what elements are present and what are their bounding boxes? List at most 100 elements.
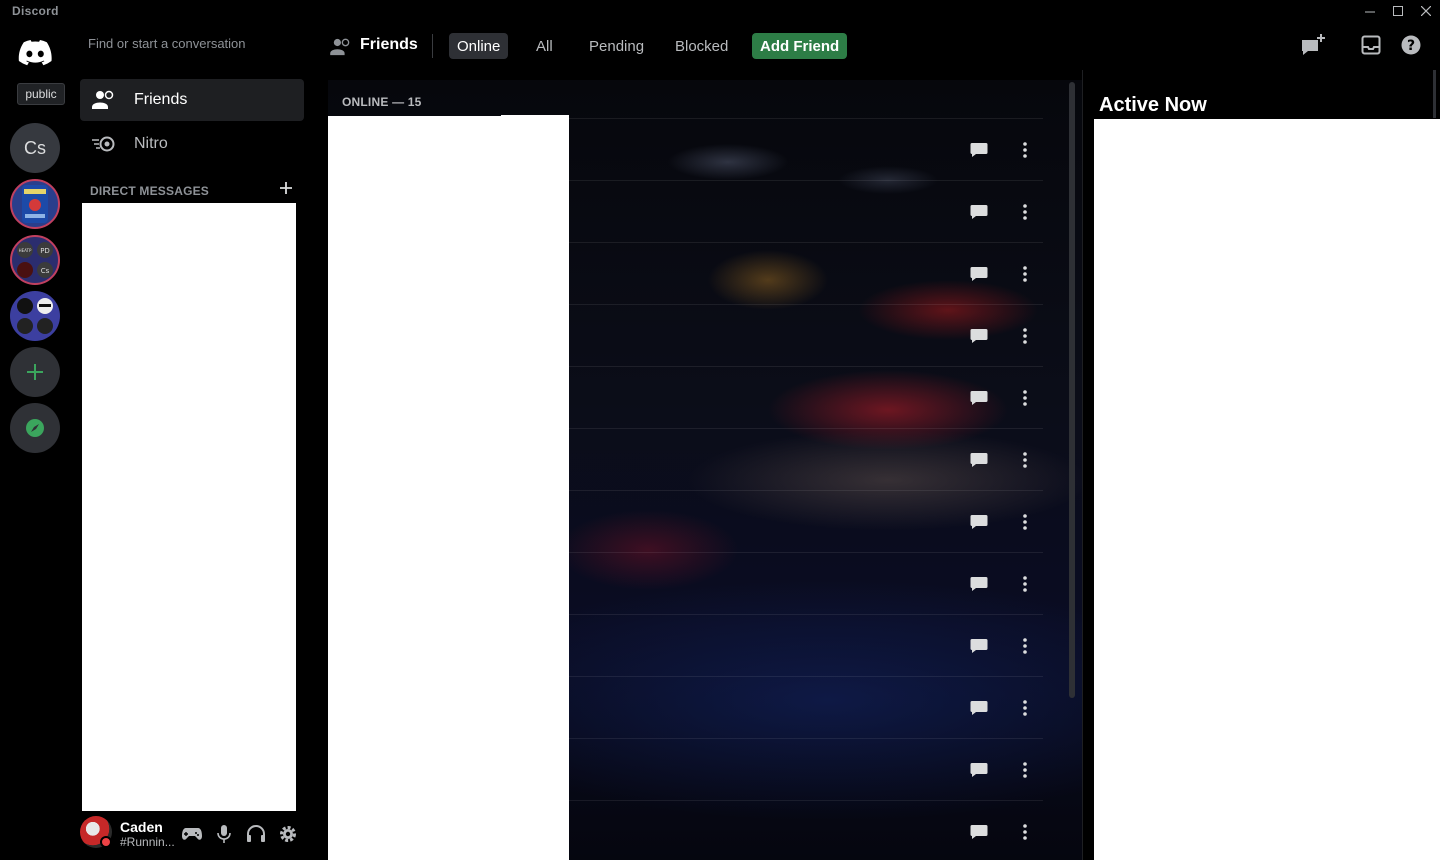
activity-button[interactable] <box>180 822 204 846</box>
minimize-button[interactable] <box>1356 0 1384 22</box>
online-count-label: ONLINE — 15 <box>342 95 422 109</box>
message-button[interactable] <box>963 320 995 352</box>
tab-blocked[interactable]: Blocked <box>667 33 736 59</box>
app-title: Discord <box>12 4 59 18</box>
more-button[interactable] <box>1009 196 1041 228</box>
message-button[interactable] <box>963 754 995 786</box>
friend-row[interactable] <box>569 552 1043 614</box>
create-dm-plus-icon[interactable] <box>278 180 294 196</box>
more-button[interactable] <box>1009 506 1041 538</box>
more-button[interactable] <box>1009 630 1041 662</box>
more-button[interactable] <box>1009 692 1041 724</box>
more-button[interactable] <box>1009 134 1041 166</box>
maximize-button[interactable] <box>1384 0 1412 22</box>
message-button[interactable] <box>963 258 995 290</box>
message-icon <box>970 329 988 343</box>
more-button[interactable] <box>1009 382 1041 414</box>
friends-header: Friends Online All Pending Blocked Add F… <box>312 22 1440 70</box>
svg-text:PD: PD <box>40 247 50 255</box>
server-folder-icon <box>17 298 53 334</box>
more-button[interactable] <box>1009 444 1041 476</box>
tab-all[interactable]: All <box>528 33 561 59</box>
server-cs[interactable]: Cs <box>10 123 60 173</box>
active-now-panel: Active Now <box>1094 70 1440 860</box>
message-icon <box>970 825 988 839</box>
more-icon <box>1023 142 1027 158</box>
tab-online[interactable]: Online <box>449 33 509 59</box>
server-initials: Cs <box>24 137 46 158</box>
more-button[interactable] <box>1009 320 1041 352</box>
nav-friends-label: Friends <box>134 91 188 108</box>
friend-row[interactable] <box>569 118 1043 180</box>
server-rail: public Cs HEATP PD Cs <box>0 22 72 860</box>
server-alabama[interactable] <box>10 179 60 229</box>
nitro-icon <box>92 136 115 152</box>
explore-servers-button[interactable] <box>10 403 60 453</box>
more-icon <box>1023 638 1027 654</box>
message-button[interactable] <box>963 382 995 414</box>
friend-row[interactable] <box>569 180 1043 242</box>
friend-row[interactable] <box>569 304 1043 366</box>
microphone-icon <box>217 825 231 843</box>
scrollbar-thumb[interactable] <box>1069 82 1075 698</box>
more-icon <box>1023 700 1027 716</box>
message-button[interactable] <box>963 506 995 538</box>
more-icon <box>1023 514 1027 530</box>
friend-row[interactable] <box>569 800 1043 860</box>
dm-sidebar: Find or start a conversation Friends Nit… <box>72 22 312 860</box>
friend-list-redacted <box>328 116 569 860</box>
message-button[interactable] <box>963 134 995 166</box>
server-folder-1[interactable]: HEATP PD Cs <box>10 235 60 285</box>
nav-friends[interactable]: Friends <box>80 79 304 121</box>
message-button[interactable] <box>963 196 995 228</box>
message-button[interactable] <box>963 444 995 476</box>
friend-row[interactable] <box>569 738 1043 800</box>
svg-text:HEATP: HEATP <box>19 248 32 253</box>
server-folder-icon: HEATP PD Cs <box>17 242 53 278</box>
nav-nitro[interactable]: Nitro <box>80 123 304 165</box>
more-button[interactable] <box>1009 816 1041 848</box>
add-friend-button[interactable]: Add Friend <box>752 33 848 59</box>
inbox-button[interactable] <box>1361 35 1383 57</box>
friend-row[interactable] <box>569 242 1043 304</box>
message-button[interactable] <box>963 816 995 848</box>
mute-button[interactable] <box>212 822 236 846</box>
server-folder-2[interactable] <box>10 291 60 341</box>
headphones-icon <box>247 825 265 842</box>
more-button[interactable] <box>1009 568 1041 600</box>
friend-row[interactable] <box>569 614 1043 676</box>
svg-text:Cs: Cs <box>41 267 50 275</box>
tab-pending[interactable]: Pending <box>581 33 652 59</box>
help-button[interactable]: ? <box>1401 35 1423 57</box>
message-button[interactable] <box>963 692 995 724</box>
active-now-title: Active Now <box>1099 94 1207 116</box>
server-tooltip: public <box>17 83 65 105</box>
message-button[interactable] <box>963 630 995 662</box>
more-button[interactable] <box>1009 754 1041 786</box>
message-button[interactable] <box>963 568 995 600</box>
friend-row[interactable] <box>569 366 1043 428</box>
settings-button[interactable] <box>276 822 300 846</box>
plus-icon <box>27 364 43 380</box>
deafen-button[interactable] <box>244 822 268 846</box>
friend-row[interactable] <box>569 676 1043 738</box>
new-group-dm-button[interactable] <box>1300 34 1328 58</box>
add-server-button[interactable] <box>10 347 60 397</box>
search-input[interactable]: Find or start a conversation <box>88 36 246 51</box>
more-icon <box>1023 266 1027 282</box>
message-icon <box>970 453 988 467</box>
message-icon <box>970 205 988 219</box>
message-icon <box>970 639 988 653</box>
discord-home-button[interactable] <box>10 28 60 78</box>
right-scrollbar[interactable] <box>1433 70 1436 118</box>
more-icon <box>1023 452 1027 468</box>
more-button[interactable] <box>1009 258 1041 290</box>
friends-icon <box>330 38 350 56</box>
close-button[interactable] <box>1412 0 1440 22</box>
message-icon <box>970 763 988 777</box>
username: Caden <box>120 819 163 835</box>
nav-nitro-label: Nitro <box>134 135 168 152</box>
svg-text:?: ? <box>1407 38 1415 54</box>
friend-row[interactable] <box>569 490 1043 552</box>
friend-row[interactable] <box>569 428 1043 490</box>
